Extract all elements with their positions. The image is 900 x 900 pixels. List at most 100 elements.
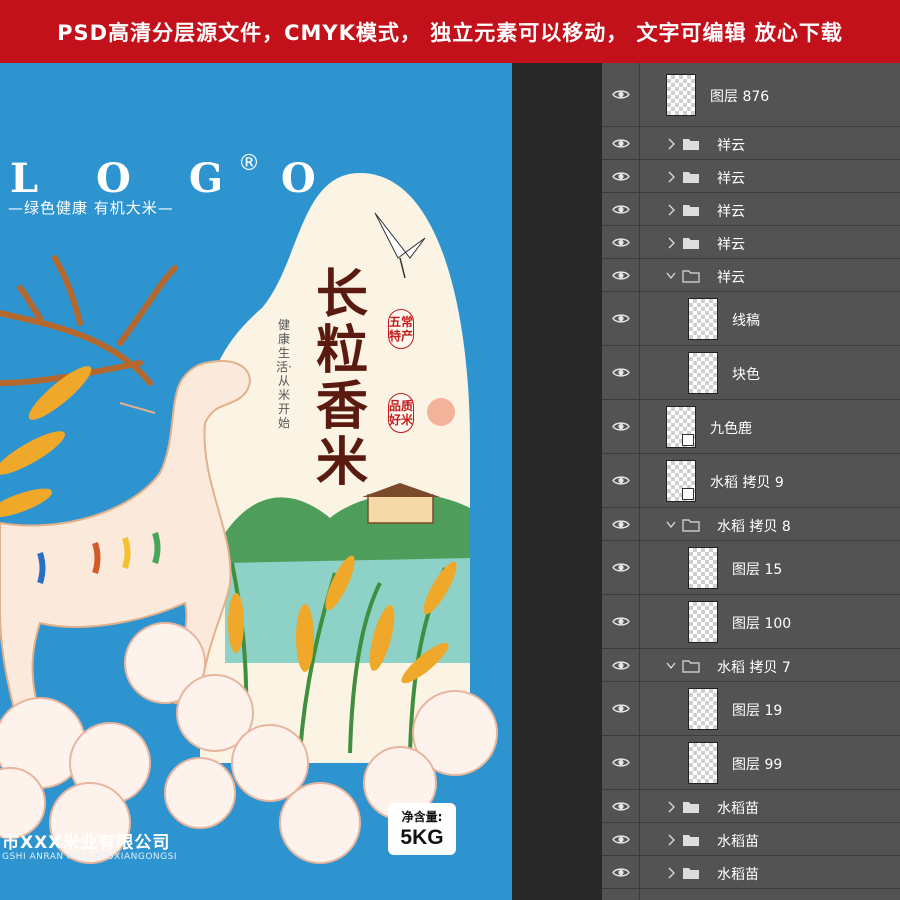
folder-open-icon [682, 659, 700, 673]
layer-row[interactable]: 图层 876 [602, 63, 900, 127]
visibility-toggle[interactable] [602, 127, 640, 159]
visibility-toggle[interactable] [602, 508, 640, 540]
eye-icon [611, 519, 630, 529]
layer-row[interactable]: 九色鹿 [602, 400, 900, 454]
layer-name: 祥云 [717, 137, 745, 154]
layer-name: 水稻苗 [717, 833, 759, 850]
layer-thumbnail[interactable] [688, 601, 718, 643]
visibility-toggle[interactable] [602, 226, 640, 258]
layer-thumbnail[interactable] [666, 74, 696, 116]
folder-icon [683, 801, 699, 813]
layer-row[interactable]: 线稿 [602, 292, 900, 346]
promo-banner: PSD高清分层源文件，CMYK模式， 独立元素可以移动， 文字可编辑 放心下载 [0, 0, 900, 63]
layer-row[interactable]: 图层 99 [602, 736, 900, 790]
layer-group-row[interactable]: 祥云 [602, 127, 900, 160]
visibility-toggle[interactable] [602, 889, 640, 900]
product-title-char: 香 [316, 376, 369, 437]
visibility-toggle[interactable] [602, 649, 640, 681]
logo-text: L O G O [10, 155, 338, 202]
eye-icon [611, 867, 630, 877]
layer-row[interactable]: 块色 [602, 346, 900, 400]
layers-panel[interactable]: 图层 876 祥云 祥云 祥云 祥云 祥云 线稿 块色 九色鹿 水稻 拷贝 9 水稻 拷贝 8 图层 … [602, 63, 900, 900]
layer-group-row[interactable]: 祥云 [602, 226, 900, 259]
visibility-toggle[interactable] [602, 193, 640, 225]
chevron-down-icon[interactable] [666, 660, 676, 672]
layer-group-row[interactable]: 水稻 拷贝 8 [602, 508, 900, 541]
smart-object-icon [682, 488, 694, 500]
visibility-toggle[interactable] [602, 160, 640, 192]
eye-icon [611, 801, 630, 811]
layer-group-row[interactable]: 祥云 [602, 160, 900, 193]
chevron-down-icon[interactable] [666, 519, 676, 531]
layer-row[interactable]: 图层 100 [602, 595, 900, 649]
visibility-toggle[interactable] [602, 454, 640, 507]
layer-name: 图层 19 [732, 703, 783, 719]
eye-icon [611, 563, 630, 572]
visibility-toggle[interactable] [602, 259, 640, 291]
layer-thumbnail[interactable] [688, 298, 718, 340]
layer-name: 九色鹿 [710, 421, 752, 437]
eye-icon [611, 138, 630, 148]
eye-icon [611, 90, 630, 99]
eye-icon [611, 660, 630, 670]
layer-group-row[interactable]: 水稻苗 [602, 889, 900, 900]
layer-group-row[interactable]: 水稻苗 [602, 823, 900, 856]
layer-row[interactable]: 图层 15 [602, 541, 900, 595]
layer-name: 祥云 [717, 203, 745, 220]
layer-name: 块色 [732, 367, 760, 383]
company-name: 市XXX米业有限公司 [2, 833, 171, 853]
layer-group-row[interactable]: 水稻苗 [602, 790, 900, 823]
chevron-right-icon[interactable] [666, 801, 676, 813]
product-title-char: 米 [316, 432, 369, 493]
folder-icon [683, 204, 699, 216]
visibility-toggle[interactable] [602, 823, 640, 855]
chevron-right-icon[interactable] [666, 834, 676, 846]
net-weight-box: 净含量: 5KG [388, 803, 456, 855]
visibility-toggle[interactable] [602, 595, 640, 648]
visibility-toggle[interactable] [602, 736, 640, 789]
visibility-toggle[interactable] [602, 541, 640, 594]
eye-icon [611, 237, 630, 247]
visibility-toggle[interactable] [602, 400, 640, 453]
chevron-right-icon[interactable] [666, 237, 676, 249]
artwork-canvas: L O G O ® —绿色健康 有机大米— 长 粒 香 米 健康生活·从米开始 … [0, 63, 512, 900]
visibility-toggle[interactable] [602, 346, 640, 399]
visibility-toggle[interactable] [602, 63, 640, 126]
chevron-right-icon[interactable] [666, 138, 676, 150]
layer-name: 水稻 拷贝 8 [717, 518, 791, 535]
eye-icon [611, 270, 630, 280]
layer-group-row[interactable]: 祥云 [602, 259, 900, 292]
folder-icon [683, 138, 699, 150]
eye-icon [611, 204, 630, 214]
layer-name: 图层 876 [710, 89, 770, 105]
layer-thumbnail[interactable] [688, 742, 718, 784]
folder-icon [683, 171, 699, 183]
visibility-toggle[interactable] [602, 856, 640, 888]
layer-thumbnail[interactable] [688, 688, 718, 730]
layer-thumbnail[interactable] [666, 406, 696, 448]
layer-thumbnail[interactable] [666, 460, 696, 502]
visibility-toggle[interactable] [602, 682, 640, 735]
visibility-toggle[interactable] [602, 292, 640, 345]
layer-name: 水稻苗 [717, 866, 759, 883]
layer-name: 水稻苗 [717, 897, 759, 900]
layer-name: 图层 99 [732, 757, 783, 773]
net-weight-label: 净含量: [401, 810, 443, 824]
eye-icon [611, 171, 630, 181]
layer-row[interactable]: 图层 19 [602, 682, 900, 736]
layer-row[interactable]: 水稻 拷贝 9 [602, 454, 900, 508]
layer-thumbnail[interactable] [688, 547, 718, 589]
layer-name: 线稿 [732, 313, 760, 329]
layer-group-row[interactable]: 水稻苗 [602, 856, 900, 889]
chevron-right-icon[interactable] [666, 204, 676, 216]
layer-name: 祥云 [717, 170, 745, 187]
visibility-toggle[interactable] [602, 790, 640, 822]
layer-group-row[interactable]: 祥云 [602, 193, 900, 226]
folder-open-icon [682, 269, 700, 283]
chevron-down-icon[interactable] [666, 270, 676, 282]
layer-group-row[interactable]: 水稻 拷贝 7 [602, 649, 900, 682]
layer-name: 图层 15 [732, 562, 783, 578]
layer-thumbnail[interactable] [688, 352, 718, 394]
chevron-right-icon[interactable] [666, 867, 676, 879]
chevron-right-icon[interactable] [666, 171, 676, 183]
